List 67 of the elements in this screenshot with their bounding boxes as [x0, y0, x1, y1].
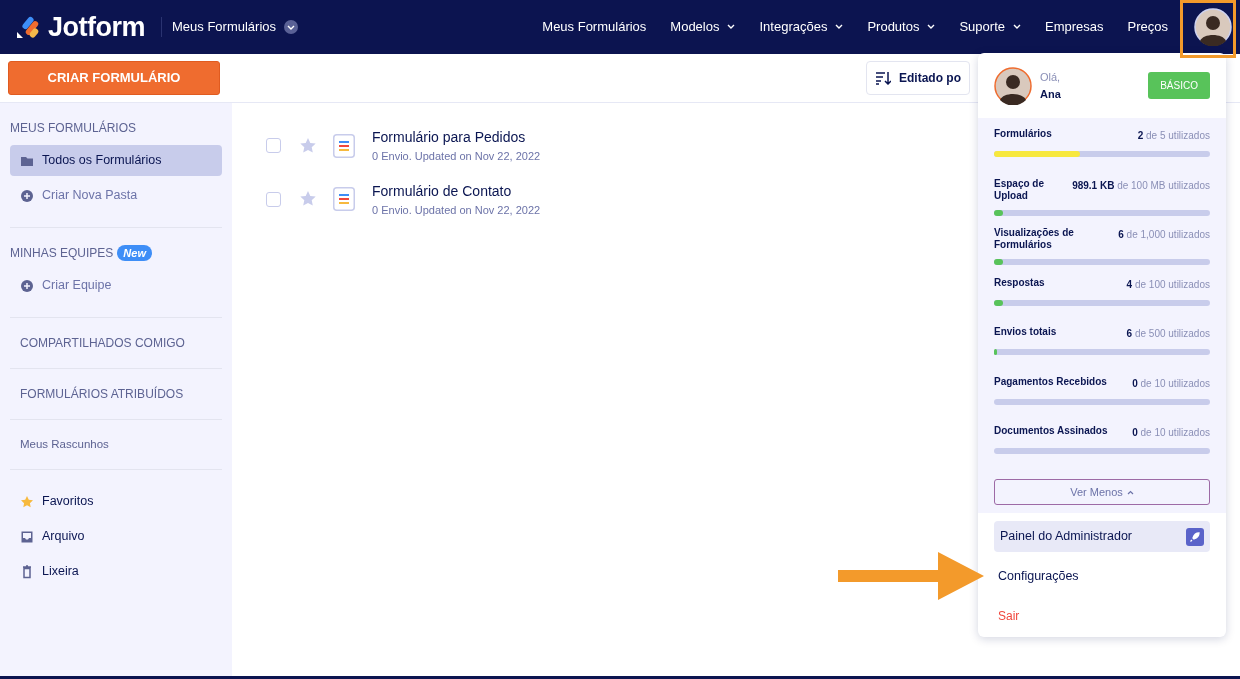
sidebar-link[interactable]: COMPARTILHADOS COMIGO [10, 334, 222, 352]
section-title: MEUS FORMULÁRIOS [10, 119, 136, 137]
show-less-button[interactable]: Ver Menos [994, 479, 1210, 505]
checkbox[interactable] [266, 138, 281, 154]
usage-label: Visualizações de Formulários [994, 227, 1075, 251]
usage-label: Respostas [994, 276, 1045, 289]
caret-up-icon [1126, 489, 1134, 495]
sidebar-item[interactable]: Todos os Formulários [10, 145, 222, 176]
star-icon[interactable] [299, 136, 317, 155]
nav-link[interactable]: Empresas [1033, 17, 1116, 37]
caret-icon [1013, 24, 1021, 30]
sidebar-item[interactable]: Arquivo [10, 521, 222, 553]
brand-name[interactable]: Jotform [48, 6, 145, 48]
admin-panel-button[interactable]: Painel do Administrador [994, 521, 1210, 552]
workspace-label[interactable]: Meus Formulários [172, 17, 277, 37]
usage-label: Envios totais [994, 326, 1057, 338]
sidebar-link[interactable]: FORMULÁRIOS ATRIBUÍDOS [10, 385, 222, 403]
nav-link[interactable]: Produtos [855, 17, 948, 37]
logout-link[interactable]: Sair [994, 600, 1210, 632]
nav-link[interactable]: Meus Formulários [530, 17, 659, 37]
rocket-icon [1186, 527, 1204, 546]
form-title[interactable]: Formulário de Contato [372, 180, 541, 202]
add-icon [20, 188, 34, 203]
section-title: MINHAS EQUIPES [10, 245, 114, 262]
trash-icon [20, 564, 34, 579]
user-name: Ana [1040, 86, 1061, 102]
usage-value: 6 de 500 utilizados [1126, 327, 1210, 341]
nav-link[interactable]: Preços [1115, 17, 1180, 37]
avatar [994, 66, 1032, 105]
usage-value: 989.1 KB de 100 MB utilizados [1072, 178, 1210, 193]
nav-link[interactable]: Suporte [947, 17, 1033, 37]
usage-value: 2 de 5 utilizados [1137, 129, 1210, 143]
avatar[interactable] [1194, 8, 1232, 46]
nav-link[interactable]: Integrações [747, 17, 856, 37]
usage-label: Documentos Assinados [994, 425, 1108, 437]
usage-value: 0 de 10 utilizados [1132, 376, 1210, 391]
sort-icon [875, 71, 891, 85]
greeting-text: Olá, [1040, 70, 1061, 85]
usage-value: 0 de 10 utilizados [1132, 426, 1210, 440]
sidebar-item[interactable]: Favoritos [10, 486, 222, 518]
star-icon [20, 494, 34, 509]
form-meta: 0 Envio. Updated on Nov 22, 2022 [372, 149, 541, 164]
usage-label: Pagamentos Recebidos [994, 375, 1107, 388]
sidebar-link[interactable]: Meus Rascunhos [10, 436, 222, 454]
usage-label: Espaço de Upload [994, 177, 1046, 202]
sort-button[interactable]: Editado po [866, 61, 970, 95]
sidebar-item[interactable]: Criar Nova Pasta [10, 180, 222, 211]
menu-item[interactable]: Configurações [994, 560, 1210, 592]
nav-link[interactable]: Modelos [658, 17, 748, 37]
chevron-down-icon[interactable] [284, 20, 299, 34]
usage-value: 4 de 100 utilizados [1126, 277, 1210, 292]
usage-value: 6 de 1,000 utilizados [1118, 228, 1210, 242]
form-title[interactable]: Formulário para Pedidos [372, 127, 541, 148]
inbox-icon [20, 529, 34, 544]
sidebar-item[interactable]: Criar Equipe [10, 270, 222, 301]
sidebar-item[interactable]: Lixeira [10, 556, 222, 588]
caret-icon [727, 24, 736, 30]
new-badge: New [117, 244, 152, 262]
checkbox[interactable] [266, 191, 281, 207]
caret-icon [835, 24, 844, 30]
usage-label: Formulários [994, 128, 1052, 140]
caret-icon [927, 24, 936, 30]
form-icon [333, 187, 355, 212]
form-icon [333, 133, 355, 158]
form-meta: 0 Envio. Updated on Nov 22, 2022 [372, 202, 541, 218]
logo-icon [16, 15, 40, 39]
add-icon [20, 278, 34, 293]
